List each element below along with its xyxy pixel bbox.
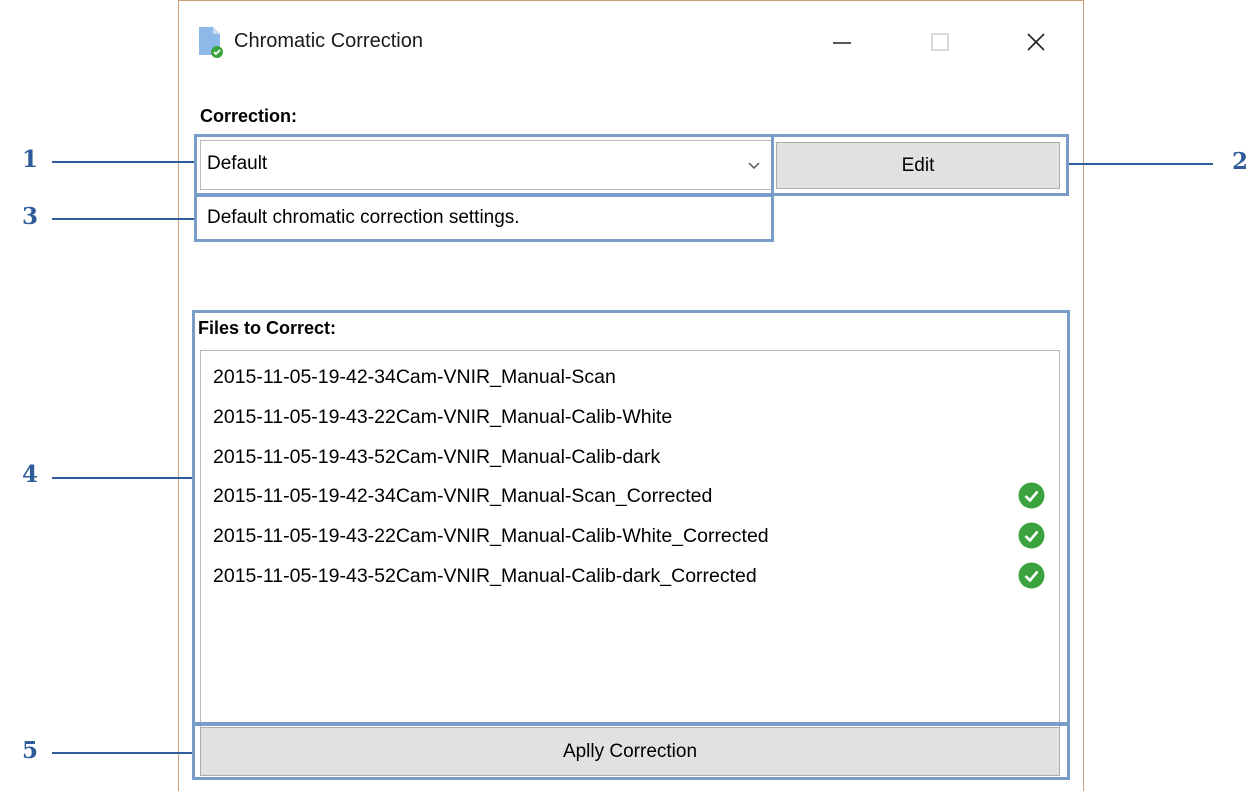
callout-line-5 bbox=[52, 752, 192, 754]
callout-box-1 bbox=[194, 134, 774, 196]
callout-number-5: 5 bbox=[22, 737, 39, 764]
callout-line-4 bbox=[52, 477, 192, 479]
callout-number-3: 3 bbox=[22, 203, 39, 230]
close-icon bbox=[1027, 33, 1045, 51]
maximize-button[interactable] bbox=[920, 22, 960, 62]
callout-line-2 bbox=[1069, 163, 1213, 165]
callout-line-1 bbox=[52, 161, 194, 163]
callout-box-2 bbox=[771, 134, 1069, 196]
callout-number-4: 4 bbox=[22, 461, 39, 488]
app-file-icon bbox=[199, 27, 223, 58]
minimize-icon bbox=[833, 42, 851, 44]
callout-line-3 bbox=[52, 218, 194, 220]
callout-number-1: 1 bbox=[22, 146, 39, 173]
callout-box-3 bbox=[194, 194, 774, 242]
minimize-button[interactable] bbox=[822, 22, 862, 62]
window-title: Chromatic Correction bbox=[234, 30, 423, 52]
maximize-icon bbox=[931, 33, 949, 51]
callout-number-2: 2 bbox=[1232, 148, 1249, 175]
callout-box-5 bbox=[192, 722, 1070, 780]
close-button[interactable] bbox=[1016, 22, 1056, 62]
correction-label: Correction: bbox=[200, 106, 298, 126]
callout-box-4 bbox=[192, 310, 1070, 726]
